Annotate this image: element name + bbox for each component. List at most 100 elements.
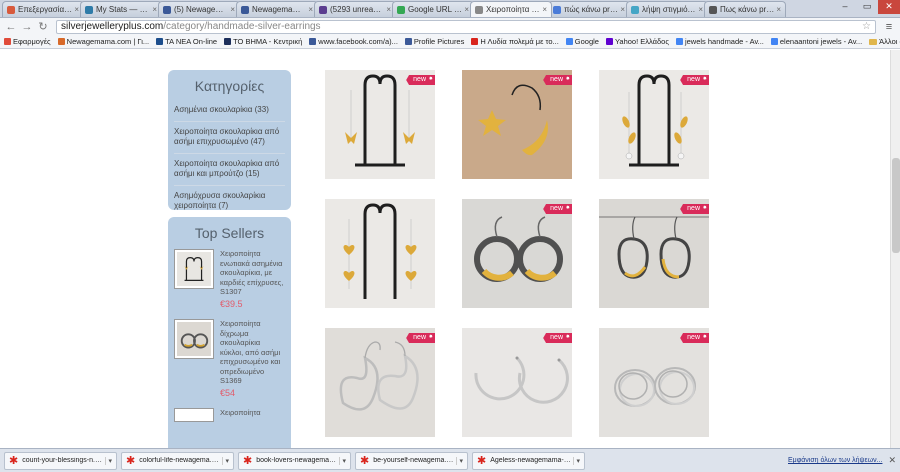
tab-title: Επεξεργασία άρθρο [18, 5, 72, 14]
reload-icon[interactable]: ↻ [36, 20, 50, 34]
top-seller-name[interactable]: Χειροποίητα ενωτιακά ασημένια σκουλαρίκι… [220, 249, 285, 297]
download-item[interactable]: ✱ book-lovers-newagema....jpg ▾ [238, 451, 351, 470]
top-seller-thumbnail[interactable] [174, 408, 214, 422]
top-seller-item[interactable]: Χειροποίητα δίχρωμα σκουλαρίκια κύκλοι, … [168, 319, 291, 398]
page-scrollbar[interactable] [890, 50, 900, 448]
browser-tab[interactable]: Πως κάνω print sc× [704, 1, 786, 17]
bookmark-item[interactable]: jewels handmade - Av... [675, 37, 764, 46]
bookmark-item[interactable]: www.facebook.com/a)... [309, 37, 398, 46]
product-card[interactable]: new [325, 70, 435, 179]
browser-tab[interactable]: Χειροποίητα σκουλ× [470, 1, 552, 17]
product-card[interactable]: new [599, 199, 709, 308]
minimize-button[interactable]: – [834, 0, 856, 14]
chevron-down-icon[interactable]: ▾ [456, 456, 463, 465]
chevron-down-icon[interactable]: ▾ [339, 456, 346, 465]
chrome-menu-icon[interactable]: ≡ [882, 21, 896, 33]
bookmark-item[interactable]: Newagemama.com | Γι... [57, 37, 149, 46]
maximize-button[interactable]: ▭ [856, 0, 878, 14]
file-icon: ✱ [243, 455, 253, 467]
download-item[interactable]: ✱ count-your-blessings-n....jpg ▾ [4, 451, 117, 470]
browser-tab[interactable]: Newagemama - fee× [236, 1, 318, 17]
top-seller-name[interactable]: Χειροποίητα [220, 408, 261, 418]
tab-close-icon[interactable]: × [776, 5, 781, 14]
top-seller-item[interactable]: Χειροποίητα ενωτιακά ασημένια σκουλαρίκι… [168, 249, 291, 309]
scrollbar-thumb[interactable] [892, 158, 900, 253]
bookmark-item[interactable]: Google [565, 37, 599, 46]
tab-close-icon[interactable]: × [230, 5, 235, 14]
bookmark-favicon-icon [224, 38, 232, 45]
top-seller-thumbnail[interactable] [174, 249, 214, 289]
tab-close-icon[interactable]: × [620, 5, 625, 14]
file-icon: ✱ [9, 455, 19, 467]
browser-tab[interactable]: πώς κάνω print sc× [548, 1, 630, 17]
bookmark-label: Η Λυδία πολεμά με το... [480, 37, 559, 46]
back-arrow-icon[interactable]: ← [4, 20, 18, 34]
browser-tab[interactable]: Google URL Shorte× [392, 1, 474, 17]
tab-close-icon[interactable]: × [698, 5, 703, 14]
browser-tab[interactable]: Επεξεργασία άρθρο× [2, 1, 84, 17]
bookmark-item[interactable]: Yahoo! Ελλάδος [605, 37, 669, 46]
bookmark-label: Google [574, 37, 599, 46]
product-card[interactable]: new [462, 199, 572, 308]
chevron-down-icon[interactable]: ▾ [573, 456, 580, 465]
product-card[interactable]: new [462, 328, 572, 437]
new-badge: new [680, 333, 709, 343]
bookmark-item[interactable]: ΤΑ ΝΕΑ On-line [156, 37, 217, 46]
new-badge: new [406, 333, 435, 343]
download-item[interactable]: ✱Ageless-newagemama-....jpg▾ [472, 451, 585, 470]
bookmark-label: Εφαρμογές [13, 37, 51, 46]
product-card[interactable]: new [599, 328, 709, 437]
tab-close-icon[interactable]: × [74, 5, 79, 14]
browser-tab[interactable]: (5293 unread) - nw× [314, 1, 396, 17]
show-all-downloads-link[interactable]: Εμφάνιση όλων των λήψεων... [788, 457, 882, 464]
new-badge: new [543, 204, 572, 214]
file-icon: ✱ [477, 455, 487, 467]
tab-close-icon[interactable]: × [308, 5, 313, 14]
other-bookmarks[interactable]: Άλλοι σελιδοδείκτες [869, 37, 900, 46]
browser-tab[interactable]: (5) Newagemama× [158, 1, 240, 17]
tab-title: (5) Newagemama [174, 5, 228, 14]
address-bar[interactable]: silverjewelleryplus.com/category/handmad… [56, 19, 876, 34]
bookmark-item[interactable]: Εφαρμογές [4, 37, 51, 46]
product-card[interactable] [325, 199, 435, 308]
bookmark-item[interactable]: elenaantoni jewels - Av... [770, 37, 862, 46]
product-photo [177, 252, 211, 286]
category-link[interactable]: Ασημένια σκουλαρίκια (33) [174, 102, 285, 122]
browser-tab[interactable]: λήψη στιγμιότυπο× [626, 1, 708, 17]
top-seller-name[interactable]: Χειροποίητα δίχρωμα σκουλαρίκια κύκλοι, … [220, 319, 285, 386]
category-link[interactable]: Χειροποίητα σκουλαρίκια από ασήμι επιχρυ… [174, 124, 285, 154]
category-link[interactable]: Ασημόχρυσα σκουλαρίκια χειροποίητα (7) [174, 188, 285, 217]
bookmark-item[interactable]: ΤΟ ΒΗΜΑ - Κεντρική [224, 37, 302, 46]
tab-close-icon[interactable]: × [542, 5, 547, 14]
download-item[interactable]: ✱ colorful-life-newagema....jpg ▾ [121, 451, 234, 470]
tab-favicon-icon [553, 5, 561, 14]
download-item[interactable]: ✱ be-yourself-newagema....jpg ▾ [355, 451, 468, 470]
tab-favicon-icon [475, 5, 483, 14]
top-seller-item[interactable]: Χειροποίητα [168, 408, 291, 422]
bookmark-item[interactable]: Η Λυδία πολεμά με το... [471, 37, 559, 46]
close-window-button[interactable]: ✕ [878, 0, 900, 14]
tab-close-icon[interactable]: × [152, 5, 157, 14]
browser-tab[interactable]: My Stats — WordPr× [80, 1, 162, 17]
tab-favicon-icon [709, 5, 717, 14]
product-card[interactable]: new [462, 70, 572, 179]
tab-close-icon[interactable]: × [386, 5, 391, 14]
product-card[interactable]: new [325, 328, 435, 437]
chevron-down-icon[interactable]: ▾ [222, 456, 229, 465]
chevron-down-icon[interactable]: ▾ [105, 456, 112, 465]
tab-title: Newagemama - fee [252, 5, 306, 14]
categories-list: Ασημένια σκουλαρίκια (33) Χειροποίητα σκ… [168, 102, 291, 217]
product-card[interactable]: new [599, 70, 709, 179]
close-icon[interactable]: ✕ [888, 455, 896, 466]
top-seller-thumbnail[interactable] [174, 319, 214, 359]
category-link[interactable]: Χειροποίητα σκουλαρίκια από ασήμι και μπ… [174, 156, 285, 186]
file-icon: ✱ [360, 455, 370, 467]
bookmark-item[interactable]: Profile Pictures [404, 37, 464, 46]
tab-favicon-icon [163, 5, 171, 14]
tab-close-icon[interactable]: × [464, 5, 469, 14]
forward-arrow-icon[interactable]: → [20, 20, 34, 34]
bookmark-star-icon[interactable]: ☆ [862, 21, 871, 32]
tab-title: (5293 unread) - nw [330, 5, 384, 14]
tab-title: πώς κάνω print sc [564, 5, 619, 14]
bookmark-favicon-icon [675, 38, 683, 45]
